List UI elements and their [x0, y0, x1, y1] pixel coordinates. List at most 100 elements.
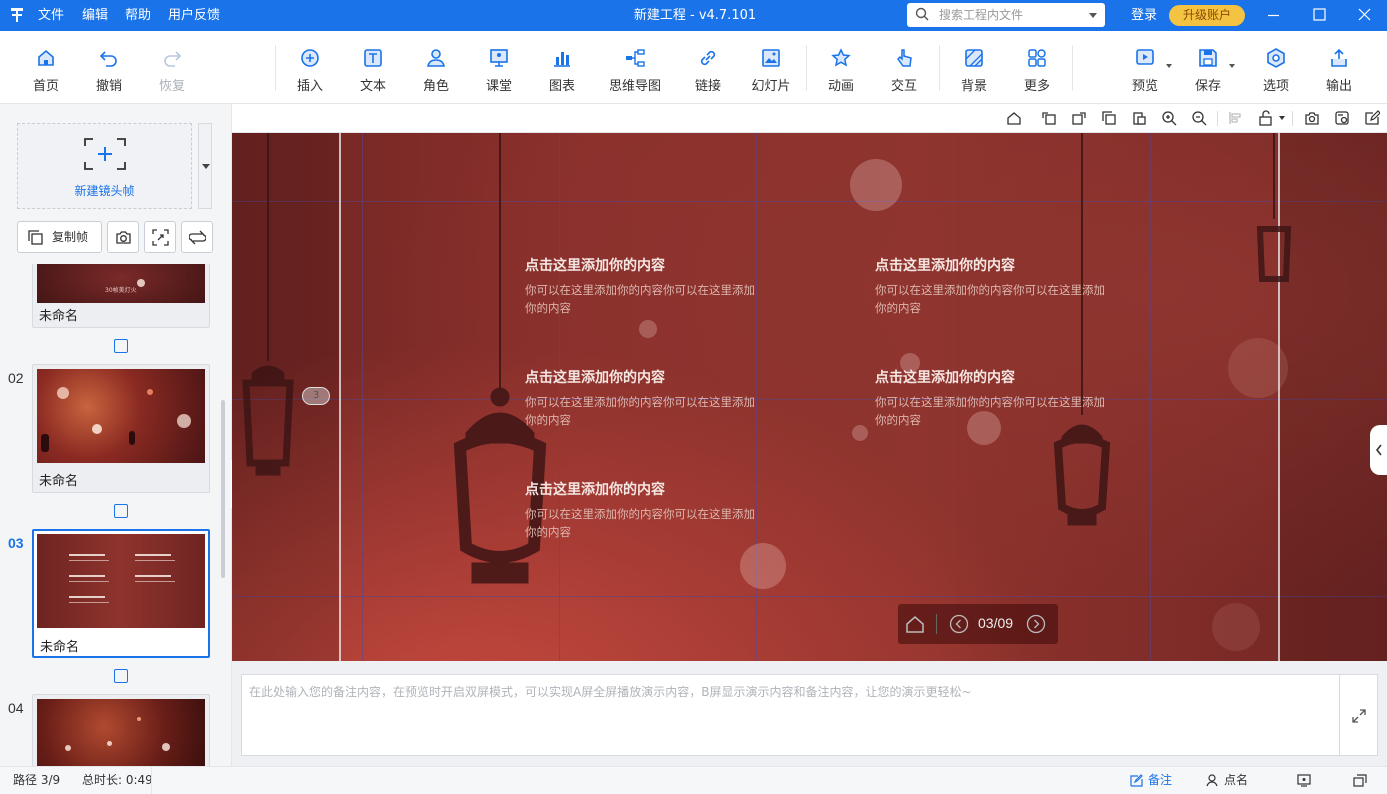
content-body[interactable]: 你可以在这里添加你的内容你可以在这里添加你的内容 [875, 393, 1115, 429]
login-link[interactable]: 登录 [1131, 0, 1157, 31]
page-indicator: 03/09 [978, 615, 1014, 631]
insert-button[interactable]: 插入 [280, 43, 340, 94]
zoom-in-icon[interactable] [1161, 110, 1177, 126]
animation-button[interactable]: 动画 [811, 43, 871, 94]
notes-input[interactable]: 在此处输入您的备注内容，在预览时开启双屏模式，可以实现A屏全屏播放演示内容，B屏… [241, 674, 1378, 756]
content-title[interactable]: 点击这里添加你的内容 [525, 479, 665, 499]
more-button[interactable]: 更多 [1007, 43, 1067, 94]
content-body[interactable]: 你可以在这里添加你的内容你可以在这里添加你的内容 [525, 393, 765, 429]
camera-icon[interactable] [1304, 110, 1320, 126]
menu-feedback[interactable]: 用户反馈 [168, 0, 220, 31]
export-button[interactable]: 输出 [1309, 43, 1369, 94]
person-icon [1206, 774, 1218, 787]
role-button[interactable]: 角色 [406, 43, 466, 94]
frame-number-badge[interactable]: 3 [302, 387, 330, 405]
content-body[interactable]: 你可以在这里添加你的内容你可以在这里添加你的内容 [525, 281, 765, 317]
align-left-icon[interactable] [1228, 110, 1244, 126]
chevron-down-icon [202, 164, 210, 169]
menu-edit[interactable]: 编辑 [82, 0, 108, 31]
play-icon [1136, 49, 1154, 65]
content-body[interactable]: 你可以在这里添加你的内容你可以在这里添加你的内容 [525, 505, 765, 541]
next-icon[interactable] [1026, 614, 1046, 634]
frame-thumbnail[interactable]: 30帧美灯火 未命名 [32, 264, 210, 328]
expand-notes-button[interactable] [1339, 675, 1377, 755]
home-button[interactable]: 首页 [16, 43, 76, 94]
lock-icon[interactable] [1258, 110, 1274, 126]
mindmap-button[interactable]: 思维导图 [600, 43, 670, 94]
previous-icon[interactable] [949, 614, 969, 634]
edit-icon[interactable] [1364, 110, 1380, 126]
fullscreen-icon[interactable] [1353, 774, 1367, 787]
content-title[interactable]: 点击这里添加你的内容 [525, 255, 665, 275]
preview-button[interactable]: 预览 [1115, 43, 1175, 94]
toolbar-divider [1072, 45, 1073, 91]
screen-icon[interactable] [1297, 774, 1311, 787]
redo-button[interactable]: 恢复 [142, 43, 202, 94]
copy-icon [28, 230, 43, 245]
new-frame-dropdown[interactable] [198, 123, 212, 209]
search-input[interactable]: 搜索工程内文件 [907, 3, 1105, 27]
content-body[interactable]: 你可以在这里添加你的内容你可以在这里添加你的内容 [875, 281, 1115, 317]
text-button[interactable]: 文本 [343, 43, 403, 94]
save-dropdown-icon[interactable] [1229, 64, 1235, 68]
bokeh-light [92, 424, 102, 434]
save-button[interactable]: 保存 [1178, 43, 1238, 94]
interact-button[interactable]: 交互 [874, 43, 934, 94]
frame-thumbnail-image: 30帧美灯火 [37, 264, 205, 303]
snapshot-button[interactable] [107, 221, 139, 253]
content-title[interactable]: 点击这里添加你的内容 [525, 367, 665, 387]
slide-canvas[interactable]: 点击这里添加你的内容 你可以在这里添加你的内容你可以在这里添加你的内容 点击这里… [232, 133, 1387, 661]
maximize-button[interactable] [1296, 0, 1342, 31]
search-dropdown-icon[interactable] [1089, 13, 1097, 18]
background-button[interactable]: 背景 [944, 43, 1004, 94]
plus-circle-icon [301, 49, 319, 67]
undo-button[interactable]: 撤销 [79, 43, 139, 94]
zoom-out-icon[interactable] [1191, 110, 1207, 126]
content-title[interactable]: 点击这里添加你的内容 [875, 367, 1015, 387]
transition-icon[interactable] [114, 504, 128, 518]
link-button[interactable]: 链接 [678, 43, 738, 94]
lantern-shape [41, 434, 49, 452]
paste-icon[interactable] [1131, 110, 1147, 126]
minimize-button[interactable] [1250, 0, 1296, 31]
notes-icon [1130, 774, 1143, 787]
frames-panel: 新建镜头帧 复制帧 30帧美灯火 未命名 02 未命名 03 未命名 04 [0, 104, 232, 766]
link-label: 链接 [694, 79, 721, 94]
new-frame-label: 新建镜头帧 [74, 184, 135, 198]
new-frame-icon [84, 138, 126, 170]
copy-frame-button[interactable]: 复制帧 [17, 221, 102, 253]
frame-thumbnail[interactable]: 未命名 [32, 364, 210, 493]
options-button[interactable]: 选项 [1246, 43, 1306, 94]
classroom-button[interactable]: 课堂 [469, 43, 529, 94]
frame-thumbnail[interactable] [32, 694, 210, 766]
rotate-left-icon[interactable] [1041, 110, 1057, 126]
new-frame-button[interactable]: 新建镜头帧 [17, 123, 192, 209]
preview-dropdown-icon[interactable] [1166, 64, 1172, 68]
home-view-icon[interactable] [1006, 110, 1022, 126]
swap-frame-button[interactable] [181, 221, 213, 253]
main-toolbar: 首页 撤销 恢复 插入 文本 角色 课堂 图表 思维导图 链接 幻灯片 动画 交… [0, 31, 1387, 104]
home-icon[interactable] [904, 613, 926, 635]
save-icon [1199, 49, 1217, 67]
link-icon [700, 50, 716, 66]
frame-thumbnail-active[interactable]: 未命名 [32, 529, 210, 658]
settings-icon[interactable] [1334, 110, 1350, 126]
fit-frame-button[interactable] [144, 221, 176, 253]
bokeh-light [147, 389, 153, 395]
title-bar: 文件 编辑 帮助 用户反馈 新建工程 - v4.7.101 搜索工程内文件 登录… [0, 0, 1387, 31]
canvas-area: 点击这里添加你的内容 你可以在这里添加你的内容你可以在这里添加你的内容 点击这里… [232, 104, 1387, 766]
menu-file[interactable]: 文件 [38, 0, 64, 31]
copy-icon[interactable] [1101, 110, 1117, 126]
expand-right-panel-button[interactable] [1370, 425, 1387, 475]
rotate-right-icon[interactable] [1071, 110, 1087, 126]
upgrade-button[interactable]: 升级账户 [1169, 5, 1245, 26]
transition-icon[interactable] [114, 669, 128, 683]
lock-dropdown-icon[interactable] [1279, 116, 1285, 120]
frames-scrollbar[interactable] [221, 400, 225, 578]
menu-help[interactable]: 帮助 [125, 0, 151, 31]
close-button[interactable] [1341, 0, 1387, 31]
transition-icon[interactable] [114, 339, 128, 353]
content-title[interactable]: 点击这里添加你的内容 [875, 255, 1015, 275]
slideshow-button[interactable]: 幻灯片 [741, 43, 801, 94]
chart-button[interactable]: 图表 [532, 43, 592, 94]
